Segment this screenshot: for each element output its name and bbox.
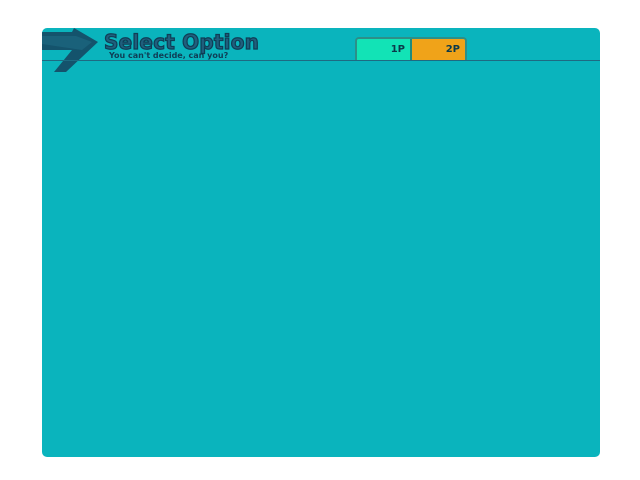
- tab-1p[interactable]: 1P: [357, 39, 412, 60]
- tab-2p[interactable]: 2P: [412, 39, 465, 60]
- option-screen: Select Option You can't decide, can you?…: [42, 28, 600, 457]
- arrow-right-icon: [42, 28, 98, 72]
- page-subtitle: You can't decide, can you?: [109, 51, 229, 60]
- tab-1p-label: 1P: [390, 44, 405, 55]
- header-divider: [42, 60, 600, 61]
- tab-2p-label: 2P: [445, 44, 460, 55]
- player-tabs: 1P 2P: [355, 37, 467, 60]
- page-title: Select Option: [103, 30, 260, 54]
